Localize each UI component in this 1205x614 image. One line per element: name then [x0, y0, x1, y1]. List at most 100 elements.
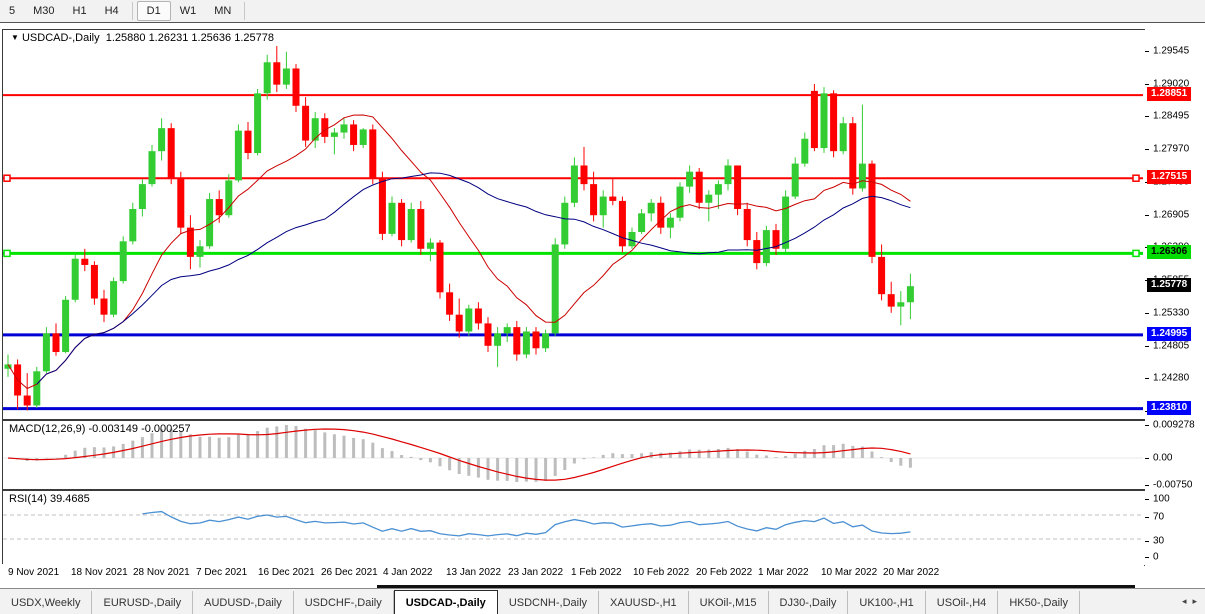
tab-audusd[interactable]: AUDUSD-,Daily	[193, 591, 294, 614]
timeframe-button-w1[interactable]: W1	[171, 0, 206, 22]
price-badge: 1.24995	[1147, 327, 1191, 341]
price-badge: 1.23810	[1147, 401, 1191, 415]
macd-main-value: -0.003149	[88, 423, 138, 435]
tab-usdcnh[interactable]: USDCNH-,Daily	[498, 591, 599, 614]
timeframe-button-h4[interactable]: H4	[96, 0, 128, 22]
macd-signal-value: -0.000257	[141, 423, 191, 435]
macd-panel[interactable]: MACD(12,26,9) -0.003149 -0.000257	[2, 420, 1146, 490]
date-tick-label: 4 Jan 2022	[383, 567, 433, 578]
axis-tick	[1145, 313, 1149, 314]
price-badge: 1.28851	[1147, 87, 1191, 101]
tab-hk50[interactable]: HK50-,Daily	[998, 591, 1080, 614]
rsi-chart-canvas[interactable]	[3, 491, 1143, 563]
axis-tick	[1145, 149, 1149, 150]
rsi-label: RSI(14) 39.4685	[9, 493, 90, 505]
axis-tick	[1145, 51, 1149, 52]
timeframe-button-h1[interactable]: H1	[64, 0, 96, 22]
line-handle[interactable]	[4, 250, 10, 256]
tab-xauusd[interactable]: XAUUSD-,H1	[599, 591, 689, 614]
tab-uk100[interactable]: UK100-,H1	[848, 591, 925, 614]
date-tick-label: 10 Feb 2022	[633, 567, 689, 578]
date-tick-label: 10 Mar 2022	[821, 567, 877, 578]
tab-scroll-left-icon[interactable]: ◂	[1179, 596, 1190, 607]
price-badge: 1.25778	[1147, 278, 1191, 292]
date-tick-label: 1 Mar 2022	[758, 567, 809, 578]
ohlc-low: 1.25636	[191, 32, 231, 44]
date-axis: 9 Nov 2021 18 Nov 2021 28 Nov 2021 7 Dec 20…	[2, 564, 1144, 584]
symbol-period-label: USDCAD-,Daily	[22, 32, 100, 44]
price-tick-label: 1.25330	[1153, 308, 1189, 319]
axis-tick	[1145, 517, 1149, 518]
symbol-tab-bar: USDX,WeeklyEURUSD-,DailyAUDUSD-,DailyUSD…	[0, 588, 1205, 614]
axis-tick	[1145, 346, 1149, 347]
tab-usdcad[interactable]: USDCAD-,Daily	[394, 590, 498, 614]
price-tick-label: 1.26905	[1153, 210, 1189, 221]
price-tick-label: 1.27970	[1153, 144, 1189, 155]
date-tick-label: 13 Jan 2022	[446, 567, 501, 578]
date-tick-label: 20 Feb 2022	[696, 567, 752, 578]
price-tick-label: 1.28495	[1153, 111, 1189, 122]
price-tick-label: 1.24805	[1153, 341, 1189, 352]
date-tick-label: 1 Feb 2022	[571, 567, 622, 578]
line-handle[interactable]	[1133, 250, 1139, 256]
price-axis[interactable]: 1.295451.290201.284951.279701.274301.269…	[1145, 23, 1205, 589]
date-tick-label: 9 Nov 2021	[8, 567, 59, 578]
timeframe-button-m30[interactable]: M30	[24, 0, 63, 22]
chart-dropdown-icon[interactable]: ▼	[11, 33, 19, 42]
axis-tick	[1145, 557, 1149, 558]
axis-tick	[1145, 378, 1149, 379]
ohlc-open: 1.25880	[106, 32, 146, 44]
timeframe-button-d1[interactable]: D1	[137, 1, 171, 21]
ohlc-high: 1.26231	[149, 32, 189, 44]
macd-tick-label: 0.00	[1153, 453, 1172, 464]
date-tick-label: 23 Jan 2022	[508, 567, 563, 578]
chart-title: ▼ USDCAD-,Daily 1.25880 1.26231 1.25636 …	[11, 32, 274, 44]
macd-tick-label: -0.00750	[1153, 480, 1192, 491]
price-tick-label: 1.29545	[1153, 46, 1189, 57]
ohlc-close: 1.25778	[234, 32, 274, 44]
timeframe-button-5[interactable]: 5	[0, 0, 24, 22]
ma-fast-line	[8, 115, 910, 389]
date-tick-label: 20 Mar 2022	[883, 567, 939, 578]
axis-tick	[1145, 485, 1149, 486]
tab-eurusd[interactable]: EURUSD-,Daily	[92, 591, 193, 614]
date-tick-label: 28 Nov 2021	[133, 567, 190, 578]
toolbar-separator	[244, 2, 245, 20]
main-price-panel[interactable]: ▼ USDCAD-,Daily 1.25880 1.26231 1.25636 …	[2, 29, 1146, 420]
axis-tick	[1145, 84, 1149, 85]
candlestick-chart-canvas[interactable]	[3, 30, 1143, 417]
ma-slow-line	[37, 173, 911, 384]
line-handle[interactable]	[1133, 175, 1139, 181]
tab-scroll-right-icon[interactable]: ▸	[1189, 596, 1200, 607]
price-tick-label: 1.24280	[1153, 373, 1189, 384]
macd-tick-label: 0.009278	[1153, 420, 1195, 431]
price-badge: 1.27515	[1147, 170, 1191, 184]
chart-window: ▼ USDCAD-,Daily 1.25880 1.26231 1.25636 …	[0, 22, 1205, 589]
axis-tick	[1145, 425, 1149, 426]
axis-tick	[1145, 215, 1149, 216]
tab-usdx[interactable]: USDX,Weekly	[0, 591, 92, 614]
axis-tick	[1145, 499, 1149, 500]
tab-dj30[interactable]: DJ30-,Daily	[769, 591, 849, 614]
price-badge: 1.26306	[1147, 245, 1191, 259]
rsi-tick-label: 70	[1153, 512, 1164, 523]
rsi-panel[interactable]: RSI(14) 39.4685	[2, 490, 1146, 566]
axis-tick	[1145, 116, 1149, 117]
toolbar-separator	[132, 2, 133, 20]
rsi-tick-label: 30	[1153, 536, 1164, 547]
rsi-tick-label: 0	[1153, 552, 1159, 563]
date-tick-label: 26 Dec 2021	[321, 567, 378, 578]
timeframe-button-mn[interactable]: MN	[205, 0, 240, 22]
date-tick-label: 7 Dec 2021	[196, 567, 247, 578]
rsi-tick-label: 100	[1153, 494, 1170, 505]
timeframe-toolbar: 5M30H1H4 D1W1MN	[0, 0, 1205, 23]
tab-usoil[interactable]: USOil-,H4	[926, 591, 999, 614]
axis-tick	[1145, 458, 1149, 459]
date-tick-label: 18 Nov 2021	[71, 567, 128, 578]
date-tick-label: 16 Dec 2021	[258, 567, 315, 578]
tab-usdchf[interactable]: USDCHF-,Daily	[294, 591, 394, 614]
macd-label: MACD(12,26,9) -0.003149 -0.000257	[9, 423, 191, 435]
tab-ukoil[interactable]: UKOil-,M15	[689, 591, 769, 614]
rsi-value: 39.4685	[50, 493, 90, 505]
line-handle[interactable]	[4, 175, 10, 181]
